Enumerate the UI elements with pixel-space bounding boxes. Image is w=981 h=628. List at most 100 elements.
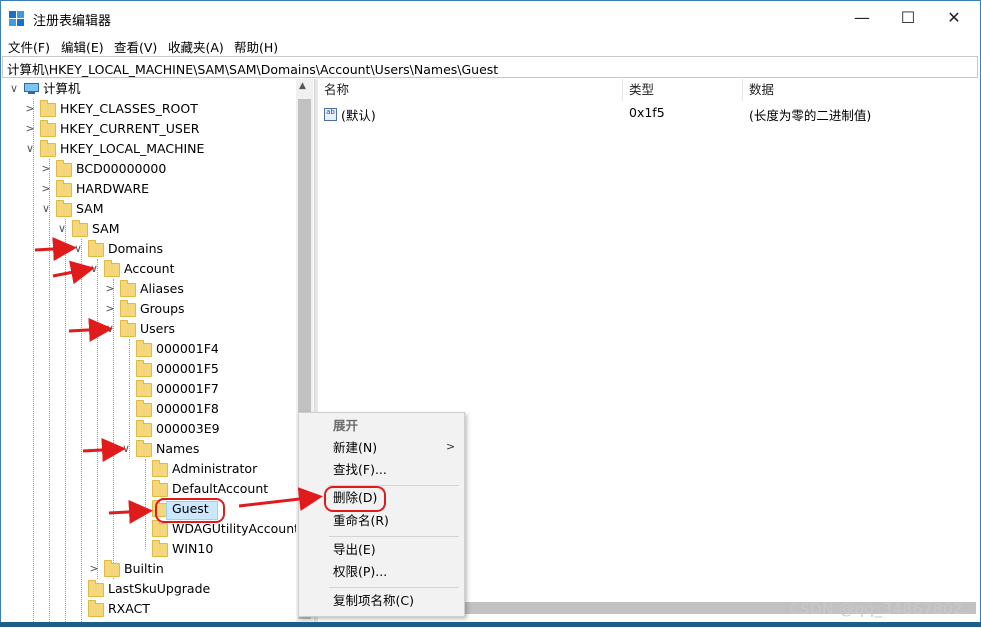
window-title: 注册表编辑器 <box>33 14 112 29</box>
chevron-right-icon[interactable]: > <box>40 159 52 179</box>
chevron-down-icon[interactable]: ∨ <box>88 259 100 279</box>
close-button[interactable]: ✕ <box>931 1 977 35</box>
tree-node-label: Administrator <box>172 461 258 476</box>
value-type: 0x1f5 <box>629 105 665 120</box>
tree-guide-line <box>49 159 50 624</box>
delete-highlight-circle <box>324 486 386 512</box>
folder-icon <box>88 600 104 617</box>
folder-icon <box>136 420 152 437</box>
folder-icon <box>40 100 56 117</box>
chevron-right-icon[interactable]: > <box>24 119 36 139</box>
menu-view[interactable]: 查看(V) <box>114 37 157 56</box>
computer-icon <box>24 83 39 94</box>
column-header-type[interactable]: 类型 <box>623 79 743 101</box>
chevron-down-icon[interactable]: ∨ <box>8 79 20 99</box>
tree-node-label: WIN10 <box>172 541 214 556</box>
title-bar[interactable]: 注册表编辑器 — ☐ ✕ <box>1 1 980 35</box>
folder-icon <box>152 540 168 557</box>
maximize-button[interactable]: ☐ <box>885 1 931 35</box>
tree-node-label: SAM <box>76 201 104 216</box>
chevron-down-icon[interactable]: ∨ <box>104 319 116 339</box>
tree-guide-line <box>145 459 146 549</box>
tree-node-label: 计算机 <box>43 81 81 96</box>
tree-node-label: DefaultAccount <box>172 481 269 496</box>
folder-icon <box>104 560 120 577</box>
chevron-right-icon[interactable]: > <box>40 179 52 199</box>
csdn-watermark: CSDN @qq_34867802 <box>789 600 963 618</box>
tree-guide-line <box>33 99 34 624</box>
menu-help[interactable]: 帮助(H) <box>234 37 278 56</box>
chevron-down-icon[interactable]: ∨ <box>40 199 52 219</box>
folder-icon <box>56 200 72 217</box>
chevron-right-icon[interactable]: > <box>88 559 100 579</box>
tree-guide-line <box>65 219 66 624</box>
menu-item-new[interactable]: 新建(N) <box>333 438 377 458</box>
folder-icon <box>120 320 136 337</box>
menu-file[interactable]: 文件(F) <box>8 37 50 56</box>
submenu-arrow-icon: > <box>446 440 456 453</box>
column-header-name[interactable]: 名称 <box>318 79 623 101</box>
chevron-down-icon[interactable]: ∨ <box>72 239 84 259</box>
tree-node-label: 000001F7 <box>156 381 219 396</box>
tree-node-label: 000001F4 <box>156 341 219 356</box>
address-path[interactable]: 计算机\HKEY_LOCAL_MACHINE\SAM\SAM\Domains\A… <box>7 59 498 78</box>
folder-icon <box>56 160 72 177</box>
tree-node-label: HKEY_CLASSES_ROOT <box>60 101 198 116</box>
folder-icon <box>136 400 152 417</box>
chevron-down-icon[interactable]: ∨ <box>56 219 68 239</box>
folder-icon <box>104 260 120 277</box>
tree-node-label: 000001F8 <box>156 401 219 416</box>
context-menu: 展开 新建(N) > 查找(F)... 删除(D) 重命名(R) 导出(E) 权… <box>298 412 465 617</box>
folder-icon <box>152 460 168 477</box>
folder-icon <box>120 300 136 317</box>
address-bar[interactable]: 计算机\HKEY_LOCAL_MACHINE\SAM\SAM\Domains\A… <box>2 56 978 78</box>
tree-node-label: 000003E9 <box>156 421 220 436</box>
scroll-up-arrow-icon[interactable]: ▲ <box>299 81 306 91</box>
chevron-down-icon[interactable]: ∨ <box>24 139 36 159</box>
chevron-right-icon[interactable]: > <box>104 299 116 319</box>
chevron-right-icon[interactable]: > <box>104 279 116 299</box>
folder-icon <box>136 380 152 397</box>
folder-icon <box>152 480 168 497</box>
value-data: (长度为零的二进制值) <box>749 108 872 123</box>
tree-node-label: LastSkuUpgrade <box>108 581 211 596</box>
folder-icon <box>136 360 152 377</box>
menu-item-export[interactable]: 导出(E) <box>333 540 376 560</box>
folder-icon <box>40 140 56 157</box>
folder-icon <box>40 120 56 137</box>
tree-node-label: BCD00000000 <box>76 161 167 176</box>
desktop-edge <box>0 622 981 627</box>
folder-icon <box>136 440 152 457</box>
chevron-right-icon[interactable]: > <box>24 99 36 119</box>
registry-tree[interactable]: ∨ 计算机 > HKEY_CLASSES_ROOT > HKEY_CURRENT… <box>2 79 314 624</box>
folder-icon <box>152 520 168 537</box>
menu-item-expand[interactable]: 展开 <box>333 416 358 436</box>
value-name[interactable]: (默认) <box>341 105 376 124</box>
menu-item-rename[interactable]: 重命名(R) <box>333 511 389 531</box>
tree-node-label: RXACT <box>108 601 150 616</box>
column-header-data[interactable]: 数据 <box>743 79 976 101</box>
folder-icon <box>136 340 152 357</box>
folder-icon <box>56 180 72 197</box>
registry-editor-window: 注册表编辑器 — ☐ ✕ 文件(F) 编辑(E) 查看(V) 收藏夹(A) 帮助… <box>0 0 981 627</box>
tree-node-label: 000001F5 <box>156 361 219 376</box>
menu-separator <box>329 587 459 588</box>
chevron-down-icon[interactable]: ∨ <box>120 439 132 459</box>
tree-node-label: HKEY_CURRENT_USER <box>60 121 200 136</box>
tree-node-label: Account <box>124 261 175 276</box>
folder-icon <box>72 220 88 237</box>
tree-node-label: Names <box>156 441 200 456</box>
menu-item-copy-key-name[interactable]: 复制项名称(C) <box>333 591 414 611</box>
minimize-button[interactable]: — <box>839 1 885 35</box>
tree-node-label: Guest <box>172 501 209 516</box>
binary-value-icon: ab <box>324 108 337 121</box>
tree-node-label: Users <box>140 321 176 336</box>
menu-item-permissions[interactable]: 权限(P)... <box>333 562 387 582</box>
tree-node-label: HARDWARE <box>76 181 150 196</box>
menu-favorites[interactable]: 收藏夹(A) <box>168 37 224 56</box>
tree-guide-line <box>81 239 82 624</box>
menu-item-find[interactable]: 查找(F)... <box>333 460 387 480</box>
tree-node-label: Builtin <box>124 561 164 576</box>
folder-icon <box>88 240 104 257</box>
menu-edit[interactable]: 编辑(E) <box>61 37 104 56</box>
